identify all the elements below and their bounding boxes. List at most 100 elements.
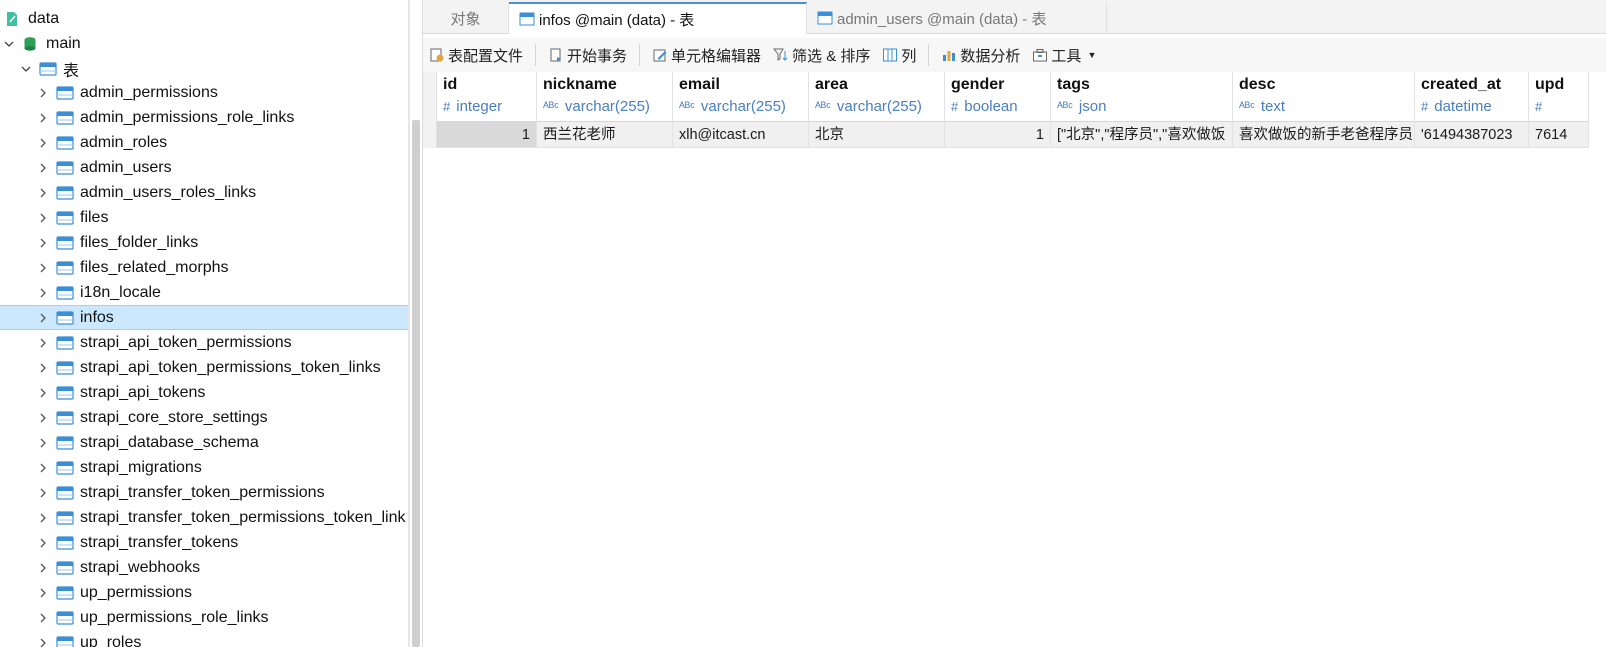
chevron-right-icon[interactable] xyxy=(36,486,50,500)
begin-transaction-button[interactable]: 开始事务 xyxy=(542,41,633,69)
sidebar-table-strapi-webhooks[interactable]: strapi_webhooks xyxy=(0,555,408,580)
tools-dropdown[interactable]: 工具 ▼ xyxy=(1026,41,1102,69)
tree-tables-group[interactable]: 表 xyxy=(0,56,408,81)
column-header-nickname[interactable]: nickname ᴬᴮᶜ varchar(255) xyxy=(537,72,673,122)
column-name: tags xyxy=(1057,76,1090,93)
column-header-gender[interactable]: gender # boolean xyxy=(945,72,1051,122)
chevron-right-icon[interactable] xyxy=(36,111,50,125)
sidebar-divider[interactable] xyxy=(408,0,410,647)
table-cell-upd[interactable]: 7614 xyxy=(1529,122,1589,148)
sidebar-table-up-roles[interactable]: up_roles xyxy=(0,630,408,647)
column-header-area[interactable]: area ᴬᴮᶜ varchar(255) xyxy=(809,72,945,122)
chevron-right-icon[interactable] xyxy=(36,286,50,300)
table-icon xyxy=(56,435,74,451)
table-cell-tags[interactable]: ["北京","程序员","喜欢做饭 xyxy=(1051,122,1233,148)
sidebar-table-admin-permissions-role-links[interactable]: admin_permissions_role_links xyxy=(0,105,408,130)
table-icon xyxy=(56,235,74,251)
table-cell-email[interactable]: xlh@itcast.cn xyxy=(673,122,809,148)
chevron-right-icon[interactable] xyxy=(36,236,50,250)
sidebar-table-admin-roles[interactable]: admin_roles xyxy=(0,130,408,155)
chevron-right-icon[interactable] xyxy=(36,511,50,525)
sidebar-table-strapi-api-tokens[interactable]: strapi_api_tokens xyxy=(0,380,408,405)
chevron-right-icon[interactable] xyxy=(36,211,50,225)
column-header-id[interactable]: id # integer xyxy=(437,72,537,122)
table-cell-created_at[interactable]: '61494387023 xyxy=(1415,122,1529,148)
chevron-right-icon[interactable] xyxy=(36,611,50,625)
table-cell-desc[interactable]: 喜欢做饭的新手老爸程序员 xyxy=(1233,122,1415,148)
table-icon xyxy=(56,285,74,301)
table-icon xyxy=(56,185,74,201)
table-name-label: strapi_api_tokens xyxy=(80,383,206,401)
tree-root-data[interactable]: data xyxy=(0,6,408,31)
chevron-right-icon[interactable] xyxy=(36,311,50,325)
chevron-right-icon[interactable] xyxy=(36,411,50,425)
sidebar-table-strapi-transfer-token-permissions[interactable]: strapi_transfer_token_permissions xyxy=(0,480,408,505)
sidebar-table-strapi-core-store-settings[interactable]: strapi_core_store_settings xyxy=(0,405,408,430)
sidebar-table-admin-permissions[interactable]: admin_permissions xyxy=(0,80,408,105)
tab-objects[interactable]: 对象 xyxy=(423,2,509,34)
table-name-label: strapi_transfer_token_permissions_token_… xyxy=(80,508,406,526)
chevron-right-icon[interactable] xyxy=(36,161,50,175)
column-header-created_at[interactable]: created_at # datetime xyxy=(1415,72,1529,122)
tree-schema-main[interactable]: main xyxy=(0,31,408,56)
sidebar-table-strapi-transfer-token-permissions-token-link[interactable]: strapi_transfer_token_permissions_token_… xyxy=(0,505,408,530)
table-cell-id[interactable]: 1 xyxy=(437,122,537,148)
toolbar-divider xyxy=(928,44,930,66)
sidebar-table-up-permissions-role-links[interactable]: up_permissions_role_links xyxy=(0,605,408,630)
sidebar-table-infos[interactable]: infos xyxy=(0,305,408,330)
tab-admin-users[interactable]: admin_users @main (data) - 表 xyxy=(807,2,1107,34)
sidebar-scrollbar[interactable] xyxy=(412,120,420,647)
sidebar-table-strapi-api-token-permissions[interactable]: strapi_api_token_permissions xyxy=(0,330,408,355)
table-icon xyxy=(56,410,74,426)
sidebar-table-up-permissions[interactable]: up_permissions xyxy=(0,580,408,605)
table-name-label: files_folder_links xyxy=(80,233,199,251)
column-header-email[interactable]: email ᴬᴮᶜ varchar(255) xyxy=(673,72,809,122)
chevron-right-icon[interactable] xyxy=(36,436,50,450)
chevron-down-icon[interactable] xyxy=(19,62,33,76)
sidebar-table-strapi-migrations[interactable]: strapi_migrations xyxy=(0,455,408,480)
sidebar-table-strapi-transfer-tokens[interactable]: strapi_transfer_tokens xyxy=(0,530,408,555)
table-config-button[interactable]: 表配置文件 xyxy=(423,41,529,69)
data-analysis-label: 数据分析 xyxy=(960,47,1021,65)
sidebar-table-files-folder-links[interactable]: files_folder_links xyxy=(0,230,408,255)
chevron-right-icon[interactable] xyxy=(36,336,50,350)
sidebar-table-files[interactable]: files xyxy=(0,205,408,230)
table-cell-gender[interactable]: 1 xyxy=(945,122,1051,148)
number-type-icon: # xyxy=(443,99,451,114)
chevron-right-icon[interactable] xyxy=(36,461,50,475)
chevron-right-icon[interactable] xyxy=(36,586,50,600)
sidebar-table-admin-users-roles-links[interactable]: admin_users_roles_links xyxy=(0,180,408,205)
column-header-tags[interactable]: tags ᴬᴮᶜ json xyxy=(1051,72,1233,122)
chevron-down-icon[interactable] xyxy=(2,37,16,51)
column-header-upd[interactable]: upd # xyxy=(1529,72,1589,122)
table-icon xyxy=(56,160,74,176)
tables-group-label: 表 xyxy=(63,62,80,80)
cell-editor-label: 单元格编辑器 xyxy=(671,47,762,65)
data-analysis-button[interactable]: 数据分析 xyxy=(935,41,1026,69)
columns-button[interactable]: 列 xyxy=(876,41,922,69)
chevron-right-icon[interactable] xyxy=(36,386,50,400)
column-type: # xyxy=(1535,96,1582,118)
sidebar-table-admin-users[interactable]: admin_users xyxy=(0,155,408,180)
tab-infos[interactable]: infos @main (data) - 表 xyxy=(509,2,807,34)
sidebar-table-i18n-locale[interactable]: i18n_locale xyxy=(0,280,408,305)
cell-editor-button[interactable]: 单元格编辑器 xyxy=(646,41,767,69)
chevron-right-icon[interactable] xyxy=(36,561,50,575)
chevron-right-icon[interactable] xyxy=(36,261,50,275)
chevron-right-icon[interactable] xyxy=(36,186,50,200)
column-header-desc[interactable]: desc ᴬᴮᶜ text xyxy=(1233,72,1415,122)
table-cell-nickname[interactable]: 西兰花老师 xyxy=(537,122,673,148)
filter-sort-button[interactable]: 筛选 & 排序 xyxy=(767,41,876,69)
sidebar-table-strapi-database-schema[interactable]: strapi_database_schema xyxy=(0,430,408,455)
table-name-label: admin_roles xyxy=(80,133,168,151)
chevron-right-icon[interactable] xyxy=(36,536,50,550)
main-panel: 对象 infos @main (data) - 表 admin_users @m… xyxy=(422,0,1606,647)
chevron-right-icon[interactable] xyxy=(36,136,50,150)
sidebar-table-strapi-api-token-permissions-token-links[interactable]: strapi_api_token_permissions_token_links xyxy=(0,355,408,380)
chevron-right-icon[interactable] xyxy=(36,86,50,100)
sidebar-table-files-related-morphs[interactable]: files_related_morphs xyxy=(0,255,408,280)
table-cell-area[interactable]: 北京 xyxy=(809,122,945,148)
chevron-right-icon[interactable] xyxy=(36,636,50,647)
chevron-right-icon[interactable] xyxy=(36,361,50,375)
column-name: created_at xyxy=(1421,76,1502,93)
